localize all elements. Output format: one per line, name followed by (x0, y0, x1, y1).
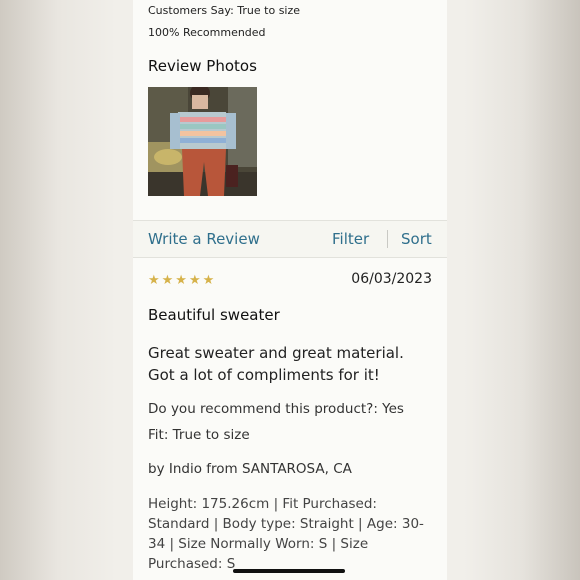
customers-say-text: Customers Say: True to size (148, 4, 301, 17)
recommended-percent: 100% Recommended (148, 26, 266, 39)
action-divider (387, 230, 388, 248)
reviewer-attributes: Height: 175.26cm | Fit Purchased: Standa… (148, 496, 424, 572)
review-photos-heading: Review Photos (148, 57, 257, 75)
review-title: Beautiful sweater (148, 306, 280, 324)
reviews-panel: Customers Say: True to size 100% Recomme… (133, 0, 447, 580)
star-rating: ★★★★★ (148, 273, 217, 288)
filter-link[interactable]: Filter (332, 230, 369, 248)
review-action-bar: Write a Review Filter Sort (133, 220, 447, 258)
fit-answer: Fit: True to size (148, 427, 250, 443)
review-author: by Indio from SANTAROSA, CA (148, 461, 352, 477)
sort-link[interactable]: Sort (401, 230, 432, 248)
write-review-link[interactable]: Write a Review (148, 230, 260, 248)
review-photo-image (148, 87, 257, 196)
review-body: Great sweater and great material. Got a … (148, 344, 404, 384)
review-date: 06/03/2023 (351, 271, 432, 287)
recommend-answer: Do you recommend this product?: Yes (148, 401, 404, 417)
review-photo-thumbnail[interactable] (148, 87, 257, 196)
home-indicator[interactable] (233, 569, 345, 573)
